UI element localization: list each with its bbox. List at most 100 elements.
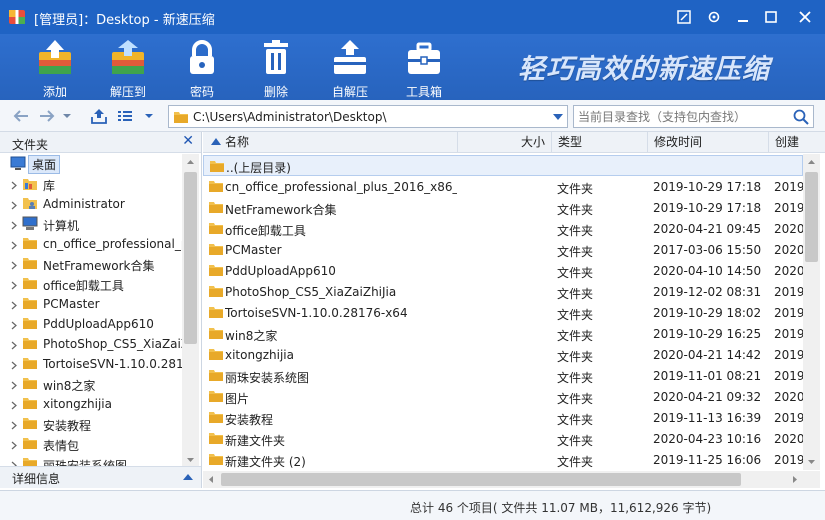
tree-item-label: 桌面 — [28, 155, 61, 174]
expand-arrow-icon[interactable] — [11, 181, 17, 190]
file-row[interactable]: PddUploadApp610 文件夹 2020-04-10 14:50 2020 — [203, 260, 803, 281]
file-row[interactable]: 图片 文件夹 2020-04-21 09:32 2020 — [203, 386, 803, 407]
file-row[interactable]: TortoiseSVN-1.10.0.28176-x64 文件夹 2019-10-2… — [203, 302, 803, 323]
file-row[interactable]: win8之家 文件夹 2019-10-29 16:25 2019 — [203, 323, 803, 344]
expand-toggle[interactable] — [11, 259, 17, 273]
expand-toggle[interactable] — [11, 399, 17, 413]
file-list-horizontal-scrollbar[interactable] — [203, 471, 820, 488]
expand-arrow-icon[interactable] — [11, 341, 17, 350]
tree-item[interactable]: 计算机 — [0, 214, 182, 234]
self-extract-button[interactable]: 自解压 — [320, 36, 380, 99]
detail-panel-header[interactable]: 详细信息 — [0, 466, 201, 488]
password-button[interactable]: 密码 — [172, 36, 232, 99]
expand-toggle[interactable] — [11, 239, 17, 253]
scroll-right-icon[interactable] — [786, 471, 803, 488]
file-row[interactable]: xitongzhijia 文件夹 2020-04-21 14:42 2019 — [203, 344, 803, 365]
forward-button[interactable] — [36, 105, 58, 127]
file-row[interactable]: 新建文件夹 文件夹 2020-04-23 10:16 2020 — [203, 428, 803, 449]
tree-item[interactable]: xitongzhijia — [0, 394, 182, 414]
tree-item[interactable]: 安装教程 — [0, 414, 182, 434]
expand-arrow-icon[interactable] — [11, 421, 17, 430]
expand-arrow-icon[interactable] — [11, 401, 17, 410]
expand-toggle[interactable] — [11, 299, 17, 313]
close-icon[interactable]: ✕ — [182, 133, 194, 149]
expand-arrow-icon[interactable] — [11, 261, 17, 270]
tree-item[interactable]: 桌面 — [0, 154, 182, 174]
column-name-label: 名称 — [225, 135, 250, 149]
expand-toggle[interactable] — [11, 439, 17, 453]
view-mode-button[interactable] — [114, 105, 136, 127]
add-button[interactable]: 添加 — [25, 36, 85, 99]
column-created[interactable]: 创建 — [769, 132, 825, 153]
file-row[interactable]: 新建文件夹 (2) 文件夹 2019-11-25 16:06 2019 — [203, 449, 803, 470]
scroll-thumb[interactable] — [805, 172, 818, 262]
scroll-up-icon[interactable] — [182, 154, 199, 171]
expand-arrow-icon[interactable] — [11, 221, 17, 230]
tree-item[interactable]: Administrator — [0, 194, 182, 214]
tree-item[interactable]: PCMaster — [0, 294, 182, 314]
delete-button[interactable]: 删除 — [246, 36, 306, 99]
settings-button[interactable] — [701, 6, 727, 28]
expand-toggle[interactable] — [11, 419, 17, 433]
tree-item[interactable]: 表情包 — [0, 434, 182, 454]
expand-toggle[interactable] — [11, 319, 17, 333]
file-row[interactable]: PCMaster 文件夹 2017-03-06 15:50 2020 — [203, 239, 803, 260]
tree-item[interactable]: office卸载工具 — [0, 274, 182, 294]
address-bar[interactable]: C:\Users\Administrator\Desktop\ — [168, 105, 568, 128]
minimize-button[interactable] — [730, 6, 756, 28]
column-type[interactable]: 类型 — [552, 132, 648, 153]
up-level-button[interactable] — [88, 105, 110, 127]
expand-arrow-icon[interactable] — [11, 321, 17, 330]
expand-toggle[interactable] — [11, 339, 17, 353]
file-row[interactable]: NetFramework合集 文件夹 2019-10-29 17:18 2019 — [203, 197, 803, 218]
scroll-left-icon[interactable] — [203, 471, 220, 488]
toolbox-button[interactable]: 工具箱 — [394, 36, 454, 99]
expand-toggle[interactable] — [11, 179, 17, 193]
file-row[interactable]: cn_office_professional_plus_2016_x86_...… — [203, 176, 803, 197]
tree-item[interactable]: TortoiseSVN-1.10.0.281 — [0, 354, 182, 374]
parent-directory-row[interactable]: ..(上层目录) — [203, 155, 803, 176]
chevron-down-icon[interactable] — [553, 114, 563, 121]
expand-toggle[interactable] — [11, 199, 17, 213]
file-row[interactable]: PhotoShop_CS5_XiaZaiZhiJia 文件夹 2019-12-02 … — [203, 281, 803, 302]
expand-toggle[interactable] — [11, 359, 17, 373]
expand-arrow-icon[interactable] — [11, 281, 17, 290]
search-input[interactable] — [578, 108, 788, 125]
expand-toggle[interactable] — [11, 219, 17, 233]
column-name[interactable]: 名称 — [203, 132, 458, 153]
scroll-up-icon[interactable] — [803, 154, 820, 171]
file-row[interactable]: 丽珠安装系统图 文件夹 2019-11-01 08:21 2019 — [203, 365, 803, 386]
expand-arrow-icon[interactable] — [11, 381, 17, 390]
expand-toggle[interactable] — [11, 279, 17, 293]
tree-item[interactable]: PhotoShop_CS5_XiaZaiZ — [0, 334, 182, 354]
expand-arrow-icon[interactable] — [11, 441, 17, 450]
file-name: office卸载工具 — [225, 224, 306, 238]
file-row[interactable]: office卸载工具 文件夹 2020-04-21 09:45 2020 — [203, 218, 803, 239]
tree-item[interactable]: NetFramework合集 — [0, 254, 182, 274]
column-size[interactable]: 大小 — [458, 132, 552, 153]
expand-toggle[interactable] — [11, 379, 17, 393]
tree-item[interactable]: 库 — [0, 174, 182, 194]
close-button[interactable] — [792, 6, 818, 28]
history-dropdown[interactable] — [60, 105, 74, 127]
extract-to-button[interactable]: 解压到 — [98, 36, 158, 99]
file-row[interactable]: 安装教程 文件夹 2019-11-13 16:39 2019 — [203, 407, 803, 428]
expand-arrow-icon[interactable] — [11, 361, 17, 370]
search-icon[interactable] — [793, 109, 809, 125]
skin-button[interactable] — [671, 6, 697, 28]
expand-arrow-icon[interactable] — [11, 301, 17, 310]
maximize-button[interactable] — [758, 6, 784, 28]
scroll-thumb[interactable] — [184, 172, 197, 344]
column-modified[interactable]: 修改时间 — [648, 132, 769, 153]
tree-item[interactable]: PddUploadApp610 — [0, 314, 182, 334]
back-button[interactable] — [10, 105, 32, 127]
file-list-vertical-scrollbar[interactable] — [803, 154, 820, 470]
tree-item[interactable]: win8之家 — [0, 374, 182, 394]
scroll-thumb[interactable] — [221, 473, 741, 486]
scroll-down-icon[interactable] — [803, 453, 820, 470]
folder-tree-scrollbar[interactable] — [182, 154, 199, 468]
view-mode-dropdown[interactable] — [142, 105, 156, 127]
expand-arrow-icon[interactable] — [11, 241, 17, 250]
tree-item[interactable]: cn_office_professional_p — [0, 234, 182, 254]
expand-arrow-icon[interactable] — [11, 201, 17, 210]
